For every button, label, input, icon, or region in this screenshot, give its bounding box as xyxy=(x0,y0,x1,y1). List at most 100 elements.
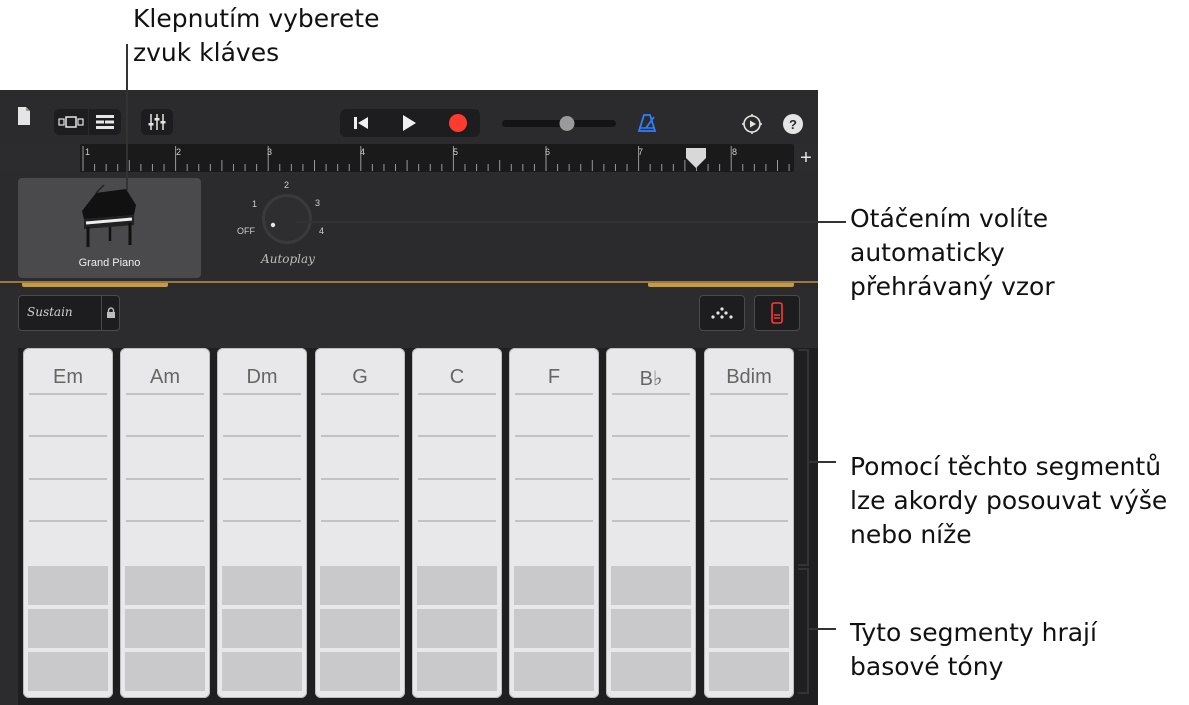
chord-strip-bdim[interactable]: Bdim xyxy=(704,348,794,698)
smart-keyboard-window: ? 1 2 3 4 5 6 7 8 + Grand Piano OFF 1 2 … xyxy=(0,90,818,705)
chord-segment-divider xyxy=(515,478,593,480)
view-toggle-icon[interactable] xyxy=(54,109,88,135)
bass-segment[interactable] xyxy=(222,652,302,691)
ruler-bar-label: 1 xyxy=(85,147,91,157)
controls-bar: Sustain xyxy=(0,287,818,345)
chord-segment-divider xyxy=(418,435,496,437)
chord-strip-f[interactable]: F xyxy=(509,348,599,698)
chord-strip-bb[interactable]: B♭ xyxy=(606,348,696,698)
bass-segment[interactable] xyxy=(514,652,594,691)
autoplay-label: Autoplay xyxy=(261,252,315,266)
bass-segment[interactable] xyxy=(320,566,400,605)
bass-segment[interactable] xyxy=(611,652,691,691)
chord-segment-divider xyxy=(418,393,496,395)
bass-segment[interactable] xyxy=(28,566,108,605)
chord-label: Am xyxy=(150,366,180,388)
callout-sound: Klepnutím vyberete zvuk kláves xyxy=(133,4,380,67)
metronome-icon[interactable] xyxy=(636,111,658,135)
record-icon[interactable] xyxy=(443,111,473,135)
autoplay-position-4: 4 xyxy=(319,226,325,236)
instrument-selector[interactable]: Grand Piano xyxy=(18,178,201,278)
help-icon[interactable]: ? xyxy=(783,114,803,134)
chord-segment-divider xyxy=(126,478,204,480)
bass-segment[interactable] xyxy=(28,652,108,691)
chord-label: C xyxy=(449,366,465,388)
bass-segment[interactable] xyxy=(611,609,691,648)
chord-label: Bdim xyxy=(726,366,772,388)
rewind-icon[interactable] xyxy=(346,111,376,135)
chord-strip-g[interactable]: G xyxy=(315,348,405,698)
chord-segment-divider xyxy=(321,478,399,480)
bass-segment[interactable] xyxy=(514,609,594,648)
bass-segment[interactable] xyxy=(417,566,497,605)
ruler-bar-label: 2 xyxy=(176,147,182,157)
chord-segment-divider xyxy=(223,435,301,437)
ruler-bar-label: 5 xyxy=(453,147,459,157)
volume-slider[interactable] xyxy=(500,116,618,131)
chord-label: F xyxy=(547,366,561,388)
chord-segment-divider xyxy=(321,520,399,522)
chord-segment-divider xyxy=(223,478,301,480)
bass-segment[interactable] xyxy=(709,652,789,691)
bass-segment[interactable] xyxy=(709,609,789,648)
instrument-name: Grand Piano xyxy=(78,257,141,269)
settings-icon[interactable] xyxy=(740,112,764,136)
bass-segment[interactable] xyxy=(222,609,302,648)
instrument-area: Grand Piano OFF 1 2 3 4 Autoplay xyxy=(0,172,818,290)
bass-segment[interactable] xyxy=(125,609,205,648)
bass-segment[interactable] xyxy=(320,609,400,648)
autoplay-position-2: 2 xyxy=(284,180,290,190)
lock-icon[interactable] xyxy=(106,307,116,319)
callout-bass-segments: Tyto segmenty hrají basové tóny xyxy=(850,618,1097,681)
sustain-label: Sustain xyxy=(27,305,73,319)
tracks-view-icon[interactable] xyxy=(89,109,121,135)
bass-segment[interactable] xyxy=(320,652,400,691)
chord-segment-divider xyxy=(612,478,690,480)
chord-strip-am[interactable]: Am xyxy=(120,348,210,698)
leader-line-autoplay xyxy=(296,221,846,223)
autoplay-position-3: 3 xyxy=(315,198,321,208)
chord-label: B♭ xyxy=(639,368,663,390)
chord-segment-divider xyxy=(515,435,593,437)
chord-strip-c[interactable]: C xyxy=(412,348,502,698)
autoplay-knob[interactable] xyxy=(261,193,313,245)
chord-segment-divider xyxy=(29,520,107,522)
chord-segment-divider xyxy=(29,478,107,480)
sustain-control[interactable]: Sustain xyxy=(18,295,120,331)
chord-segment-divider xyxy=(126,435,204,437)
autoplay-position-1: 1 xyxy=(252,199,258,209)
chord-strips-icon xyxy=(771,302,783,324)
ruler-bar-label: 8 xyxy=(732,147,738,157)
bass-segment[interactable] xyxy=(222,566,302,605)
play-icon[interactable] xyxy=(394,111,424,135)
ruler-bar-label: 6 xyxy=(545,147,551,157)
chord-strips-button[interactable] xyxy=(754,295,800,331)
chord-segment-divider xyxy=(418,478,496,480)
bass-segment[interactable] xyxy=(611,566,691,605)
chord-segment-divider xyxy=(223,393,301,395)
bass-segment[interactable] xyxy=(417,609,497,648)
bass-segment[interactable] xyxy=(125,566,205,605)
callout-autoplay: Otáčením volíte automaticky přehrávaný v… xyxy=(850,204,1055,301)
chord-segment-divider xyxy=(710,520,788,522)
chord-segment-divider xyxy=(515,393,593,395)
ruler-bar-label: 4 xyxy=(360,147,366,157)
bass-segment[interactable] xyxy=(417,652,497,691)
bass-segment[interactable] xyxy=(709,566,789,605)
bass-segment[interactable] xyxy=(28,609,108,648)
chord-strip-em[interactable]: Em xyxy=(23,348,113,698)
add-section-button[interactable]: + xyxy=(796,147,816,169)
sustain-divider xyxy=(101,296,102,330)
chord-segment-divider xyxy=(126,520,204,522)
playhead-icon[interactable] xyxy=(684,146,708,175)
timeline-ruler[interactable]: 1 2 3 4 5 6 7 8 xyxy=(80,144,794,172)
mixer-icon[interactable] xyxy=(141,109,173,135)
arpeggiator-button[interactable] xyxy=(699,295,745,331)
document-icon[interactable] xyxy=(12,104,36,128)
chord-strip-dm[interactable]: Dm xyxy=(217,348,307,698)
chord-segment-divider xyxy=(515,520,593,522)
chord-segment-divider xyxy=(710,435,788,437)
bass-segment[interactable] xyxy=(125,652,205,691)
bass-segment[interactable] xyxy=(514,566,594,605)
chord-label: G xyxy=(352,366,368,388)
